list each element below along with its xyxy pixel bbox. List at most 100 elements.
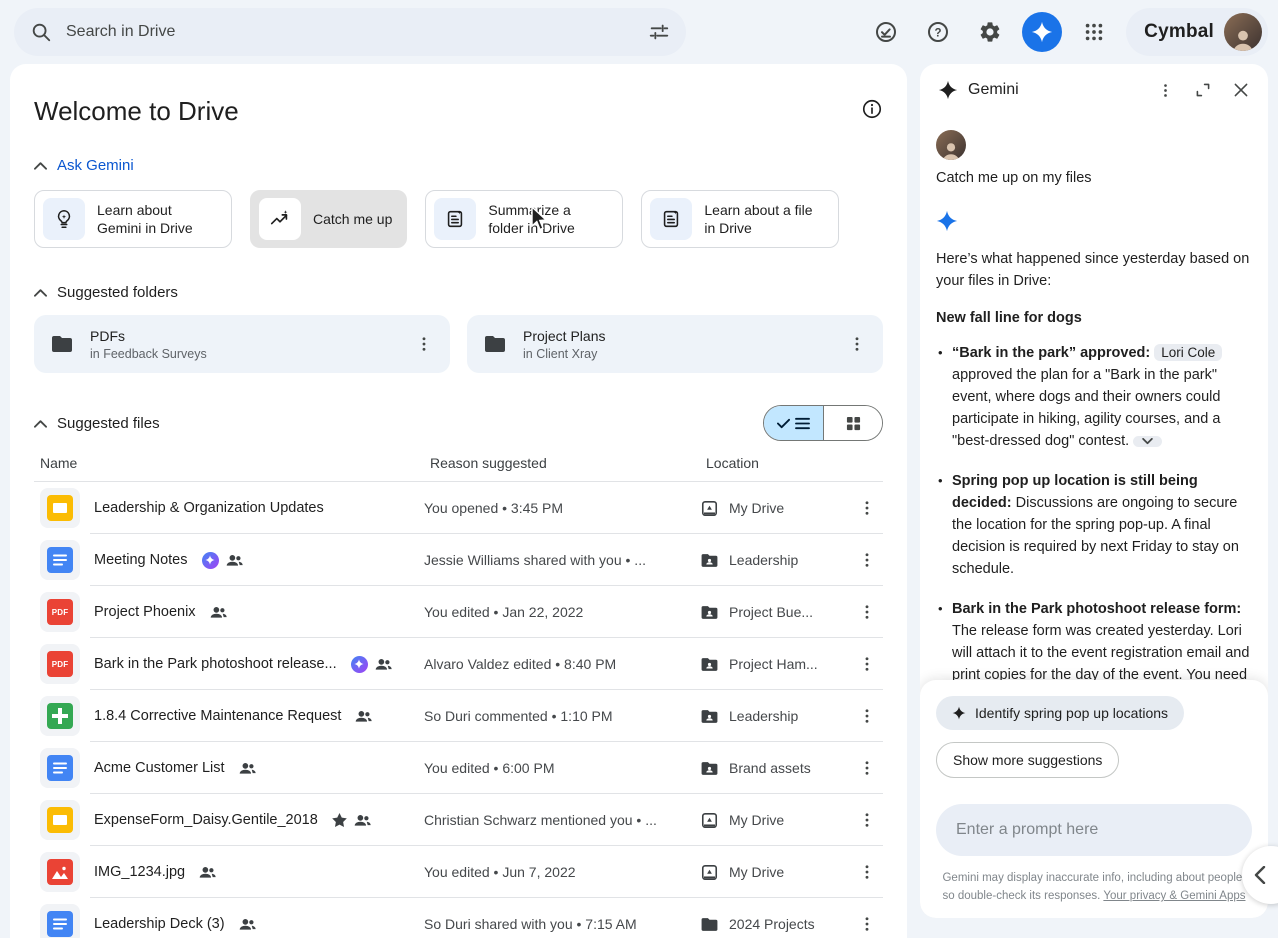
location-label: My Drive [729,500,784,516]
catch-up-arrow-icon [259,198,301,240]
view-toggle[interactable] [763,405,883,441]
table-row[interactable]: Meeting Notes Jessie Williams shared wit… [34,534,883,586]
user-avatar [936,130,966,160]
lightbulb-spark-icon [43,198,85,240]
person-chip[interactable]: Lori Cole [1154,344,1222,361]
more-options-icon[interactable] [851,700,883,732]
location-label: 2024 Projects [729,916,815,932]
file-name: IMG_1234.jpg [94,864,185,880]
bullet-lead: Bark in the Park photoshoot release form… [952,601,1241,617]
expand-chevron-icon[interactable] [1133,436,1162,447]
more-options-icon[interactable] [841,328,873,360]
expand-panel-icon[interactable] [1186,73,1220,107]
info-icon[interactable] [861,98,883,120]
grid-view-button[interactable] [823,406,882,440]
more-options-icon[interactable] [851,856,883,888]
shared-folder-icon [700,707,719,726]
shared-people-icon [355,709,372,723]
prompt-input[interactable] [936,804,1252,856]
gemini-bullet: “Bark in the park” approved: Lori Cole a… [936,342,1252,452]
ask-gemini-toggle[interactable]: Ask Gemini [34,157,883,174]
location-label: Leadership [729,552,798,568]
gemini-side-panel: Gemini Catch me up on my files Here’s wh… [920,64,1268,918]
gemini-section-heading: New fall line for dogs [936,310,1252,326]
table-row[interactable]: Leadership Deck (3) So Duri shared with … [34,898,883,938]
check-icon [777,418,790,429]
gemini-response-spark-icon [936,210,1252,232]
more-options-icon[interactable] [851,908,883,938]
pdf-icon: PDF [40,592,80,632]
file-location[interactable]: Project Bue... [700,603,843,622]
suggested-files-table: Name Reason suggested Location Leadershi… [34,455,883,938]
folder-icon [50,332,74,356]
file-location[interactable]: My Drive [700,863,843,882]
list-view-button[interactable] [764,406,823,440]
drive-main-panel: Welcome to Drive Ask Gemini Learn about … [10,64,907,938]
my-drive-icon [700,863,719,882]
show-more-label: Show more suggestions [953,752,1102,768]
file-location[interactable]: My Drive [700,811,843,830]
gemini-badge-icon [202,552,219,569]
shared-people-icon [239,761,256,775]
avatar[interactable] [1224,13,1262,51]
table-row[interactable]: 1.8.4 Corrective Maintenance Request So … [34,690,883,742]
file-location[interactable]: My Drive [700,499,843,518]
file-name: Bark in the Park photoshoot release... [94,656,337,672]
bullet-lead: “Bark in the park” approved: [952,345,1150,361]
shared-folder-icon [700,603,719,622]
summarize-folder-button[interactable]: Summarize a folder in Drive [425,190,623,248]
file-location[interactable]: Brand assets [700,759,843,778]
search-filters-icon[interactable] [648,21,670,43]
table-row[interactable]: PDF Project Phoenix You edited • Jan 22,… [34,586,883,638]
offline-status-icon[interactable] [866,12,906,52]
table-header: Name Reason suggested Location [34,455,883,482]
table-row[interactable]: IMG_1234.jpg You edited • Jun 7, 2022 My… [34,846,883,898]
learn-about-file-button[interactable]: Learn about a file in Drive [641,190,839,248]
show-more-suggestions-button[interactable]: Show more suggestions [936,742,1119,778]
location-label: Project Bue... [729,604,813,620]
learn-about-gemini-button[interactable]: Learn about Gemini in Drive [34,190,232,248]
more-options-icon[interactable] [851,544,883,576]
folder-card-pdfs[interactable]: PDFs in Feedback Surveys [34,315,450,373]
column-header-name[interactable]: Name [34,455,424,471]
privacy-link[interactable]: Your privacy & Gemini Apps [1103,890,1245,902]
file-location[interactable]: Project Ham... [700,655,843,674]
suggested-files-toggle[interactable]: Suggested files [34,415,160,432]
ask-gemini-label: Ask Gemini [57,157,134,174]
search-input[interactable] [66,23,648,41]
folder-card-project-plans[interactable]: Project Plans in Client Xray [467,315,883,373]
panel-more-options-icon[interactable] [1148,73,1182,107]
file-location[interactable]: Leadership [700,551,843,570]
close-panel-icon[interactable] [1224,73,1258,107]
file-location[interactable]: 2024 Projects [700,915,843,934]
suggested-folders-toggle[interactable]: Suggested folders [34,284,883,301]
file-location[interactable]: Leadership [700,707,843,726]
action-label: Summarize a folder in Drive [488,201,608,237]
column-header-reason[interactable]: Reason suggested [424,455,700,471]
location-label: My Drive [729,864,784,880]
apps-grid-icon[interactable] [1074,12,1114,52]
help-icon[interactable]: ? [918,12,958,52]
docs-icon [40,748,80,788]
more-options-icon[interactable] [851,492,883,524]
location-label: Project Ham... [729,656,818,672]
settings-gear-icon[interactable] [970,12,1010,52]
more-options-icon[interactable] [408,328,440,360]
table-row[interactable]: PDF Bark in the Park photoshoot release.… [34,638,883,690]
table-row[interactable]: Acme Customer List You edited • 6:00 PM … [34,742,883,794]
more-options-icon[interactable] [851,804,883,836]
suggestion-chip[interactable]: Identify spring pop up locations [936,696,1184,730]
shared-folder-icon [700,551,719,570]
gemini-bullet: Spring pop up location is still being de… [936,470,1252,580]
more-options-icon[interactable] [851,752,883,784]
file-name: Leadership Deck (3) [94,916,225,932]
more-options-icon[interactable] [851,596,883,628]
table-row[interactable]: ExpenseForm_Daisy.Gentile_2018 Christian… [34,794,883,846]
table-row[interactable]: Leadership & Organization Updates You op… [34,482,883,534]
search-bar[interactable] [14,8,686,56]
column-header-location[interactable]: Location [700,455,843,471]
catch-me-up-button[interactable]: Catch me up [250,190,407,248]
gemini-toggle-button[interactable] [1022,12,1062,52]
more-options-icon[interactable] [851,648,883,680]
account-pill[interactable]: Cymbal [1126,8,1268,56]
